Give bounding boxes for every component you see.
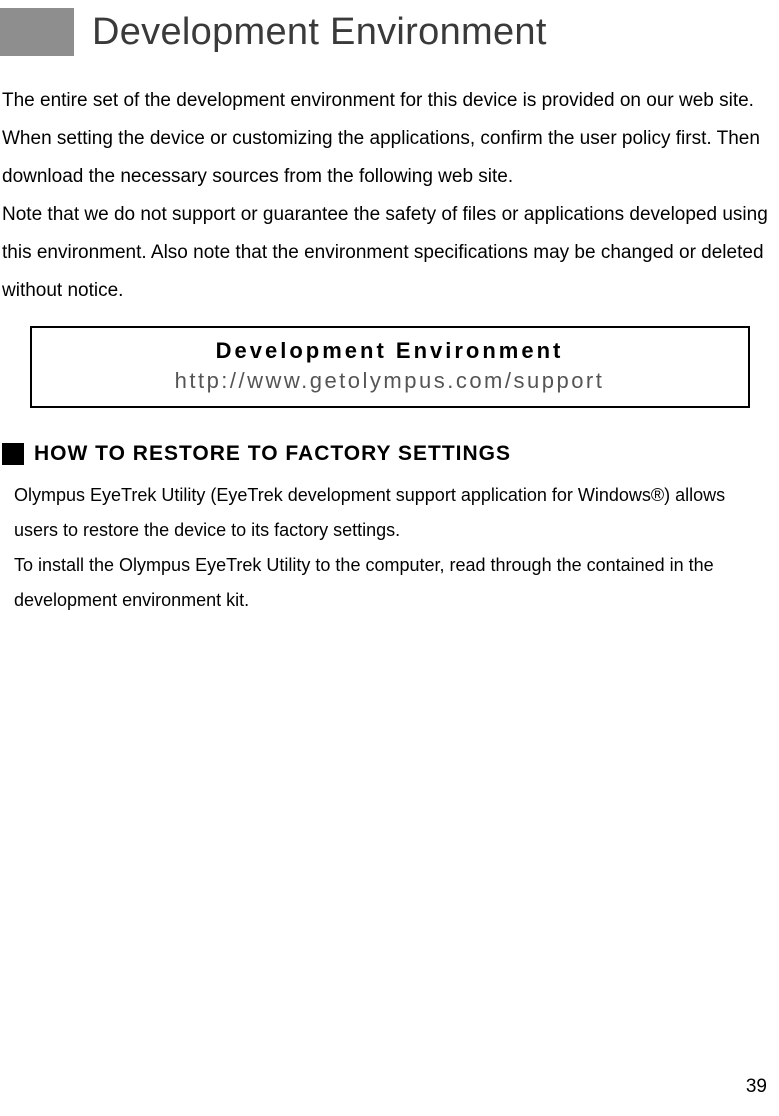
intro-paragraph: The entire set of the development enviro… xyxy=(2,82,777,310)
callout-url: http://www.getolympus.com/support xyxy=(32,368,748,394)
callout-box: Development Environment http://www.getol… xyxy=(30,326,750,408)
title-decorative-block xyxy=(0,8,74,56)
callout-title: Development Environment xyxy=(32,338,748,364)
square-bullet-icon xyxy=(2,443,24,465)
page-title: Development Environment xyxy=(92,11,547,54)
section-heading-row: HOW TO RESTORE TO FACTORY SETTINGS xyxy=(2,442,779,466)
section-body: Olympus EyeTrek Utility (EyeTrek develop… xyxy=(14,478,769,618)
page-number: 39 xyxy=(746,1076,767,1098)
section-heading: HOW TO RESTORE TO FACTORY SETTINGS xyxy=(34,442,511,466)
page-title-row: Development Environment xyxy=(0,0,779,56)
